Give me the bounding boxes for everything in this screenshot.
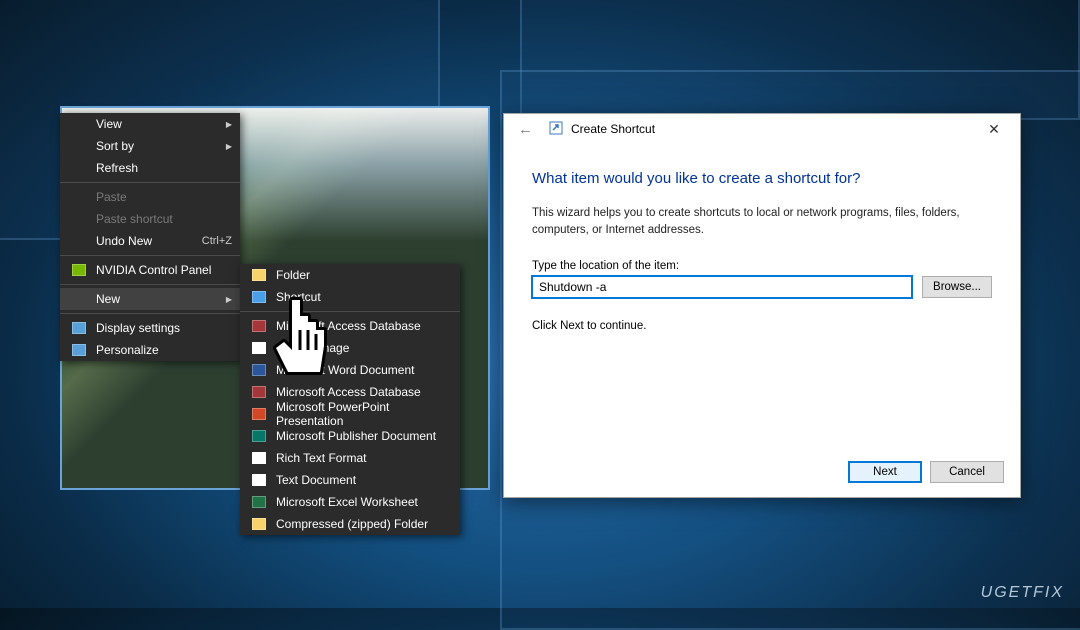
menu-item-shortcut: Ctrl+Z — [202, 235, 232, 247]
create-shortcut-dialog: ← Create Shortcut ✕ What item would you … — [503, 113, 1021, 498]
file-icon — [250, 494, 268, 510]
context-menu-item[interactable]: Sort by▶ — [60, 135, 240, 157]
next-button[interactable]: Next — [848, 461, 922, 483]
file-icon — [70, 138, 88, 154]
continue-text: Click Next to continue. — [532, 320, 992, 332]
new-submenu-item[interactable]: Microsoft Word Document — [240, 359, 460, 381]
file-icon — [250, 516, 268, 532]
wizard-heading: What item would you like to create a sho… — [532, 170, 992, 187]
browse-button[interactable]: Browse... — [922, 276, 992, 298]
context-menu-item[interactable]: Display settings — [60, 317, 240, 339]
submenu-arrow-icon: ▶ — [226, 295, 232, 304]
file-icon — [250, 362, 268, 378]
menu-separator — [60, 255, 240, 256]
new-submenu-item[interactable]: Compressed (zipped) Folder — [240, 513, 460, 535]
context-menu-item[interactable]: Undo NewCtrl+Z — [60, 230, 240, 252]
back-button[interactable]: ← — [518, 121, 533, 138]
new-submenu-item[interactable]: Bitmap image — [240, 337, 460, 359]
menu-item-label: Microsoft Publisher Document — [276, 429, 452, 443]
new-submenu-item[interactable]: Microsoft Publisher Document — [240, 425, 460, 447]
menu-item-label: Microsoft Word Document — [276, 363, 452, 377]
context-menu-item[interactable]: New▶ — [60, 288, 240, 310]
file-icon — [250, 384, 268, 400]
menu-separator — [60, 182, 240, 183]
file-icon — [70, 116, 88, 132]
cancel-button[interactable]: Cancel — [930, 461, 1004, 483]
context-menu-item[interactable]: View▶ — [60, 113, 240, 135]
new-submenu-item[interactable]: Microsoft Excel Worksheet — [240, 491, 460, 513]
menu-item-label: Undo New — [96, 234, 202, 248]
new-submenu-item[interactable]: Microsoft Access Database — [240, 315, 460, 337]
context-menu-item[interactable]: Refresh — [60, 157, 240, 179]
file-icon — [250, 406, 268, 422]
location-label: Type the location of the item: — [532, 260, 992, 272]
new-submenu-item[interactable]: Rich Text Format — [240, 447, 460, 469]
menu-item-label: Paste — [96, 190, 232, 204]
menu-item-label: Rich Text Format — [276, 451, 452, 465]
menu-item-label: Compressed (zipped) Folder — [276, 517, 452, 531]
menu-item-label: Microsoft Excel Worksheet — [276, 495, 452, 509]
context-menu-item[interactable]: NVIDIA Control Panel — [60, 259, 240, 281]
context-menu-item[interactable]: Personalize — [60, 339, 240, 361]
watermark: UGETFIX — [981, 584, 1064, 602]
menu-item-label: Microsoft PowerPoint Presentation — [276, 400, 452, 428]
menu-item-label: Personalize — [96, 343, 232, 357]
submenu-arrow-icon: ▶ — [226, 120, 232, 129]
file-icon — [250, 428, 268, 444]
file-icon — [250, 340, 268, 356]
file-icon — [70, 211, 88, 227]
file-icon — [250, 289, 268, 305]
menu-item-label: Shortcut — [276, 290, 452, 304]
menu-item-label: Refresh — [96, 161, 232, 175]
file-icon — [70, 291, 88, 307]
menu-item-label: Microsoft Access Database — [276, 385, 452, 399]
file-icon — [70, 160, 88, 176]
menu-item-label: Display settings — [96, 321, 232, 335]
display-icon — [70, 320, 88, 336]
menu-item-label: Sort by — [96, 139, 226, 153]
menu-item-label: NVIDIA Control Panel — [96, 263, 232, 277]
menu-item-label: View — [96, 117, 226, 131]
menu-item-label: Bitmap image — [276, 341, 452, 355]
context-menu-item: Paste shortcut — [60, 208, 240, 230]
close-button[interactable]: ✕ — [974, 121, 1014, 138]
menu-separator — [60, 284, 240, 285]
context-menu-item: Paste — [60, 186, 240, 208]
menu-item-label: Paste shortcut — [96, 212, 232, 226]
personalize-icon — [70, 342, 88, 358]
dialog-title: Create Shortcut — [571, 122, 655, 136]
file-icon — [70, 189, 88, 205]
desktop-context-menu: View▶Sort by▶RefreshPastePaste shortcutU… — [60, 113, 240, 361]
file-icon — [250, 450, 268, 466]
menu-item-label: Folder — [276, 268, 452, 282]
file-icon — [250, 267, 268, 283]
new-submenu: Folder Shortcut Microsoft Access Database B… — [240, 264, 460, 535]
new-submenu-item[interactable]: Text Document — [240, 469, 460, 491]
menu-item-label: Text Document — [276, 473, 452, 487]
shortcut-wizard-icon — [549, 121, 563, 138]
file-icon — [250, 472, 268, 488]
menu-item-label: Microsoft Access Database — [276, 319, 452, 333]
menu-item-label: New — [96, 292, 226, 306]
nvidia-icon — [70, 262, 88, 278]
location-input[interactable] — [532, 276, 912, 298]
file-icon — [250, 318, 268, 334]
new-submenu-item[interactable]: Microsoft PowerPoint Presentation — [240, 403, 460, 425]
menu-separator — [60, 313, 240, 314]
wizard-description: This wizard helps you to create shortcut… — [532, 205, 992, 240]
file-icon — [70, 233, 88, 249]
menu-separator — [240, 311, 460, 312]
submenu-arrow-icon: ▶ — [226, 142, 232, 151]
new-submenu-item[interactable]: Folder — [240, 264, 460, 286]
new-submenu-item[interactable]: Shortcut — [240, 286, 460, 308]
